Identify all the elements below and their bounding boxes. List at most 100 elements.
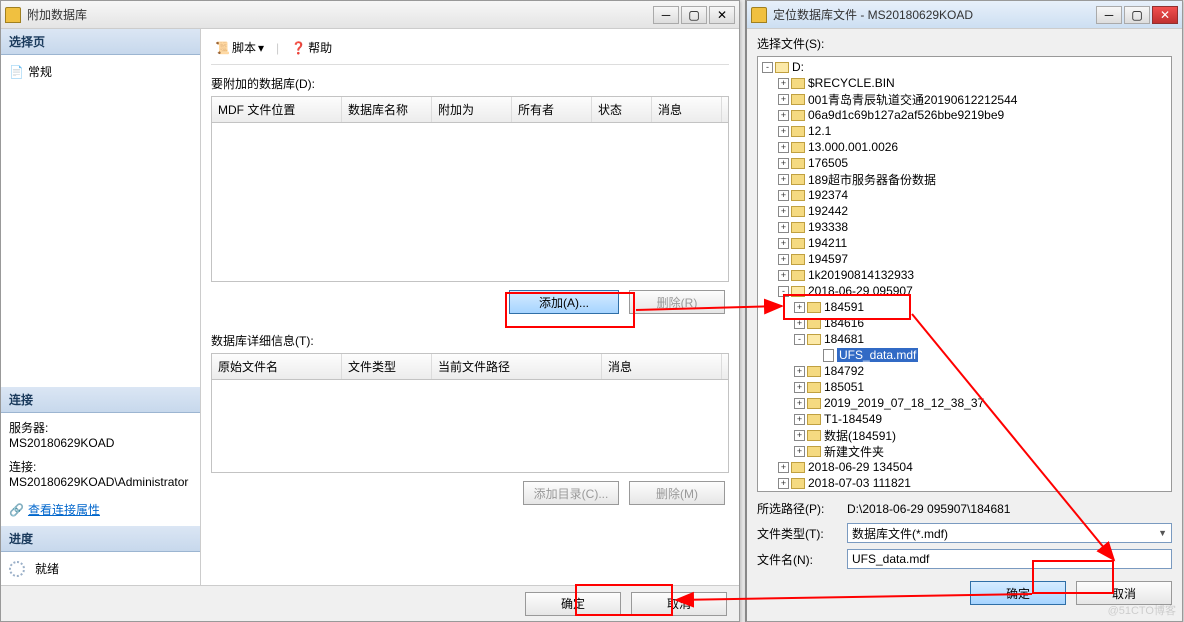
- expand-icon[interactable]: +: [778, 206, 789, 217]
- expand-icon[interactable]: +: [794, 430, 805, 441]
- expand-icon[interactable]: +: [778, 110, 789, 121]
- collapse-icon[interactable]: -: [762, 62, 773, 73]
- cancel-button[interactable]: 取消: [631, 592, 727, 616]
- close-button[interactable]: ✕: [709, 6, 735, 24]
- tree-row[interactable]: +194597: [758, 251, 1171, 267]
- tree-row[interactable]: +12.1: [758, 123, 1171, 139]
- tree-row[interactable]: +176505: [758, 155, 1171, 171]
- tree-label: 184591: [824, 300, 864, 314]
- locate-ok-button[interactable]: 确定: [970, 581, 1066, 605]
- tree-label: 新建文件夹: [824, 443, 884, 460]
- tree-row[interactable]: +192442: [758, 203, 1171, 219]
- page-icon: 📄: [9, 65, 24, 79]
- expand-icon[interactable]: +: [794, 382, 805, 393]
- filename-input[interactable]: [847, 549, 1172, 569]
- maximize-button[interactable]: ▢: [1124, 6, 1150, 24]
- expand-icon[interactable]: +: [794, 318, 805, 329]
- col-header[interactable]: 状态: [592, 97, 652, 122]
- expand-icon[interactable]: +: [778, 126, 789, 137]
- collapse-icon[interactable]: -: [778, 286, 789, 297]
- tree-row[interactable]: +184616: [758, 315, 1171, 331]
- tree-row[interactable]: +1k20190814132933: [758, 267, 1171, 283]
- tree-row[interactable]: UFS_data.mdf: [758, 347, 1171, 363]
- close-button[interactable]: ✕: [1152, 6, 1178, 24]
- expand-icon[interactable]: +: [778, 78, 789, 89]
- col-header[interactable]: 当前文件路径: [432, 354, 602, 379]
- tree-row[interactable]: +185051: [758, 379, 1171, 395]
- expand-icon[interactable]: +: [794, 414, 805, 425]
- tree-label: 2018-07-03 111821: [808, 476, 911, 490]
- database-icon: [5, 7, 21, 23]
- expand-icon[interactable]: +: [778, 94, 789, 105]
- connection-icon: 🔗: [9, 503, 24, 517]
- tree-row[interactable]: +2018销售单单据trb: [758, 491, 1171, 492]
- tree-row[interactable]: -D:: [758, 59, 1171, 75]
- folder-icon: [791, 126, 805, 137]
- col-header[interactable]: 文件类型: [342, 354, 432, 379]
- ok-button[interactable]: 确定: [525, 592, 621, 616]
- col-header[interactable]: 消息: [602, 354, 722, 379]
- tree-row[interactable]: +06a9d1c69b127a2af526bbe9219be9: [758, 107, 1171, 123]
- tree-row[interactable]: + 新建文件夹: [758, 443, 1171, 459]
- tree-label: 184616: [824, 316, 864, 330]
- tree-row[interactable]: +189超市服务器备份数据: [758, 171, 1171, 187]
- script-button[interactable]: 📜 脚本 ▾: [211, 37, 268, 58]
- col-header[interactable]: 附加为: [432, 97, 512, 122]
- chevron-down-icon: ▼: [1158, 528, 1167, 538]
- toolbar: 📜 脚本 ▾ | ❓ 帮助: [211, 35, 729, 65]
- expand-icon[interactable]: +: [778, 142, 789, 153]
- tree-row[interactable]: +$RECYCLE.BIN: [758, 75, 1171, 91]
- attach-database-dialog: 附加数据库 ─ ▢ ✕ 选择页 📄 常规 连接 服务器: MS20180629K…: [0, 0, 740, 622]
- expand-icon[interactable]: +: [794, 366, 805, 377]
- view-connection-link[interactable]: 查看连接属性: [28, 501, 100, 518]
- expand-icon[interactable]: +: [794, 446, 805, 457]
- remove2-button: 删除(M): [629, 481, 725, 505]
- tree-row[interactable]: +194211: [758, 235, 1171, 251]
- folder-icon: [791, 462, 805, 473]
- add-button[interactable]: 添加(A)...: [509, 290, 619, 314]
- col-header[interactable]: 原始文件名: [212, 354, 342, 379]
- tree-row[interactable]: +2019_2019_07_18_12_38_37: [758, 395, 1171, 411]
- expand-icon[interactable]: +: [778, 190, 789, 201]
- expand-icon[interactable]: +: [778, 238, 789, 249]
- tree-row[interactable]: +T1-184549: [758, 411, 1171, 427]
- tree-row[interactable]: +184591: [758, 299, 1171, 315]
- collapse-icon[interactable]: -: [794, 334, 805, 345]
- tree-row[interactable]: -184681: [758, 331, 1171, 347]
- expand-icon[interactable]: +: [794, 302, 805, 313]
- minimize-button[interactable]: ─: [1096, 6, 1122, 24]
- tree-row[interactable]: -2018-06-29 095907: [758, 283, 1171, 299]
- tree-row[interactable]: +184792: [758, 363, 1171, 379]
- details-grid[interactable]: 原始文件名文件类型当前文件路径消息: [211, 353, 729, 473]
- expand-icon[interactable]: +: [778, 270, 789, 281]
- help-button[interactable]: ❓ 帮助: [287, 37, 336, 58]
- expand-icon[interactable]: +: [778, 478, 789, 489]
- tree-row[interactable]: +192374: [758, 187, 1171, 203]
- expand-icon[interactable]: +: [778, 222, 789, 233]
- tree-row[interactable]: +数据(184591): [758, 427, 1171, 443]
- locate-titlebar[interactable]: 定位数据库文件 - MS20180629KOAD ─ ▢ ✕: [747, 1, 1182, 29]
- expand-icon[interactable]: +: [778, 158, 789, 169]
- type-combo[interactable]: 数据库文件(*.mdf) ▼: [847, 523, 1172, 543]
- tree-row[interactable]: +2018-06-29 134504: [758, 459, 1171, 475]
- col-header[interactable]: 消息: [652, 97, 722, 122]
- minimize-button[interactable]: ─: [653, 6, 679, 24]
- folder-icon: [807, 366, 821, 377]
- expand-icon[interactable]: +: [778, 174, 789, 185]
- tree-row[interactable]: +13.000.001.0026: [758, 139, 1171, 155]
- tree-row[interactable]: +2018-07-03 111821: [758, 475, 1171, 491]
- expand-icon[interactable]: +: [778, 462, 789, 473]
- attach-titlebar[interactable]: 附加数据库 ─ ▢ ✕: [1, 1, 739, 29]
- details-label: 数据库详细信息(T):: [211, 332, 729, 349]
- databases-grid[interactable]: MDF 文件位置数据库名称附加为所有者状态消息: [211, 96, 729, 282]
- col-header[interactable]: 数据库名称: [342, 97, 432, 122]
- expand-icon[interactable]: +: [794, 398, 805, 409]
- col-header[interactable]: MDF 文件位置: [212, 97, 342, 122]
- col-header[interactable]: 所有者: [512, 97, 592, 122]
- expand-icon[interactable]: +: [778, 254, 789, 265]
- page-general[interactable]: 📄 常规: [9, 61, 192, 82]
- tree-row[interactable]: +001青岛青辰轨道交通20190612212544: [758, 91, 1171, 107]
- maximize-button[interactable]: ▢: [681, 6, 707, 24]
- tree-row[interactable]: +193338: [758, 219, 1171, 235]
- file-tree[interactable]: -D:+$RECYCLE.BIN+001青岛青辰轨道交通201906122125…: [757, 56, 1172, 492]
